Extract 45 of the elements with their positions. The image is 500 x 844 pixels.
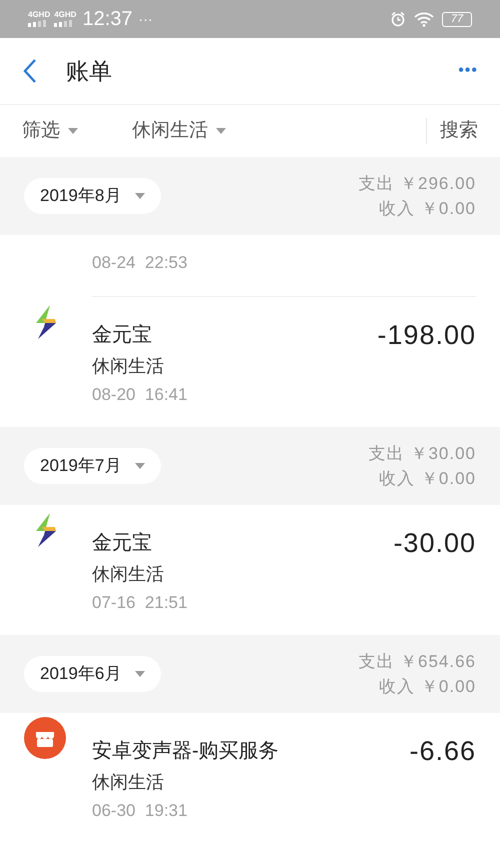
transaction-amount: -198.00: [377, 319, 476, 352]
battery-icon: 77: [442, 12, 472, 26]
lightning-icon: [34, 513, 58, 547]
search-button[interactable]: 搜索: [427, 116, 500, 146]
income-total: 收入 ￥0.00: [379, 676, 476, 698]
expense-total: 支出 ￥296.00: [358, 173, 476, 195]
wifi-icon: [414, 12, 434, 26]
network-label: 4GHD: [54, 11, 76, 19]
caret-icon: [68, 128, 78, 134]
network-label: 4GHD: [28, 11, 50, 19]
page-title: 账单: [66, 56, 112, 86]
transaction-category: 休闲生活: [92, 771, 164, 794]
transaction-category: 休闲生活: [92, 563, 164, 586]
expense-total: 支出 ￥30.00: [368, 443, 476, 465]
caret-icon: [135, 193, 146, 199]
transaction-time: 08-24 22:53: [92, 253, 188, 272]
transaction-time: 07-16 21:51: [92, 592, 188, 614]
caret-icon: [135, 463, 146, 469]
signal-icon: [54, 20, 72, 27]
transaction-name: 金元宝: [92, 323, 152, 348]
income-total: 收入 ￥0.00: [379, 468, 476, 490]
month-picker[interactable]: 2019年7月: [24, 448, 162, 484]
expense-total: 支出 ￥654.66: [358, 651, 476, 673]
more-button[interactable]: •••: [458, 59, 478, 83]
shop-icon: [24, 717, 66, 759]
transaction-amount: -30.00: [393, 527, 476, 560]
transaction-time: 06-30 19:31: [92, 800, 188, 822]
more-notifications: ···: [138, 10, 153, 28]
back-button[interactable]: [22, 58, 38, 84]
transaction-time: 08-20 16:41: [92, 384, 188, 406]
month-picker[interactable]: 2019年8月: [24, 178, 162, 214]
alarm-icon: [390, 11, 406, 27]
transaction-name: 金元宝: [92, 531, 152, 556]
month-picker[interactable]: 2019年6月: [24, 656, 162, 692]
filter-dropdown[interactable]: 筛选: [22, 116, 78, 146]
caret-icon: [216, 128, 226, 134]
transaction-name: 安卓变声器-购买服务: [92, 739, 279, 764]
caret-icon: [135, 671, 146, 677]
lightning-icon: [34, 305, 58, 339]
income-total: 收入 ￥0.00: [379, 198, 476, 220]
filter-dropdown[interactable]: 休闲生活: [132, 116, 226, 146]
clock-time: 12:37: [82, 7, 133, 32]
transaction-category: 休闲生活: [92, 355, 164, 378]
signal-icon: [28, 20, 46, 27]
transaction-amount: -6.66: [409, 735, 476, 768]
